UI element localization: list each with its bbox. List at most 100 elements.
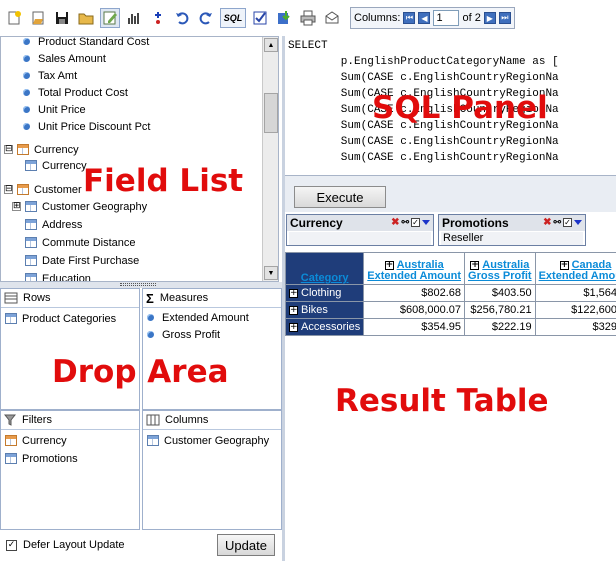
field-item[interactable]: Unit Price Discount Pct	[23, 118, 150, 135]
field-item[interactable]: Unit Price	[23, 101, 86, 118]
hierarchy-icon	[25, 160, 37, 171]
edit-layout-icon[interactable]	[100, 8, 120, 28]
table-cell: $122,600.52	[534, 301, 616, 319]
export-icon[interactable]	[274, 8, 294, 28]
dropdown-icon[interactable]	[422, 220, 430, 225]
expand-icon[interactable]: +	[559, 260, 569, 270]
promotions-filter-value[interactable]: Reseller	[441, 232, 583, 245]
next-page-icon[interactable]: ▶	[483, 12, 496, 24]
expand-icon[interactable]: +	[384, 260, 394, 270]
column-header[interactable]: + Australia Gross Profit	[464, 252, 536, 285]
field-item[interactable]: Total Product Cost	[23, 84, 128, 101]
expand-icon[interactable]: +	[289, 305, 298, 315]
dimension-customer[interactable]: ⊟ Customer	[4, 181, 82, 198]
checkmark-icon[interactable]	[250, 8, 270, 28]
filters-item[interactable]: Promotions	[5, 450, 78, 467]
row-label[interactable]: Bikes	[301, 304, 328, 316]
field-item[interactable]: Tax Amt	[23, 67, 77, 84]
binoculars-icon[interactable]: ⚯	[553, 217, 561, 228]
update-button[interactable]: Update	[217, 534, 275, 556]
row-label[interactable]: Accessories	[301, 321, 360, 333]
defer-layout-update[interactable]: ✓ Defer Layout Update	[6, 539, 125, 551]
measures-item[interactable]: Gross Profit	[147, 326, 220, 343]
rows-item[interactable]: Product Categories	[5, 310, 116, 327]
field-label: Customer Geography	[42, 200, 148, 213]
rows-icon	[4, 292, 18, 304]
column-header[interactable]: +CanadaExtended Amount	[534, 252, 616, 285]
page-number-input[interactable]	[433, 10, 460, 26]
email-icon[interactable]	[322, 8, 342, 28]
columns-zone[interactable]: Columns Customer Geography	[142, 410, 282, 530]
scroll-thumb[interactable]	[264, 93, 278, 133]
rows-zone[interactable]: Rows Product Categories	[0, 288, 140, 410]
hierarchy-item[interactable]: ⊞ Customer Geography	[12, 198, 147, 215]
columns-item[interactable]: Customer Geography	[147, 432, 269, 449]
splitter-grip[interactable]	[120, 283, 156, 286]
scroll-up-icon[interactable]: ▲	[264, 38, 278, 52]
field-list-scrollbar[interactable]: ▲ ▼	[262, 37, 278, 281]
execute-button[interactable]: Execute	[294, 186, 386, 208]
expand-icon[interactable]: +	[289, 288, 298, 298]
sql-panel[interactable]: SELECT p.EnglishProductCategoryName as […	[285, 36, 616, 176]
undo-icon[interactable]	[172, 8, 192, 28]
check-icon[interactable]: ✓	[411, 218, 420, 227]
hierarchy-item[interactable]: Date First Purchase	[25, 252, 139, 269]
row-header[interactable]: + Clothing	[284, 284, 365, 302]
open-report-icon[interactable]	[28, 8, 48, 28]
new-report-icon[interactable]	[4, 8, 24, 28]
hierarchy-item[interactable]: Commute Distance	[25, 234, 136, 251]
expand-icon[interactable]: +	[470, 260, 480, 270]
field-item[interactable]: Sales Amount	[23, 50, 106, 67]
scroll-down-icon[interactable]: ▼	[264, 266, 278, 280]
expand-icon[interactable]: ⊞	[12, 202, 21, 211]
currency-filter-value[interactable]	[289, 232, 431, 245]
columns-icon	[146, 414, 160, 426]
column-header-line2[interactable]: Extended Amount	[539, 270, 616, 282]
defer-checkbox[interactable]: ✓	[6, 539, 17, 551]
dropdown-icon[interactable]	[574, 220, 582, 225]
expand-icon[interactable]: +	[289, 322, 298, 332]
row-label[interactable]: Clothing	[301, 287, 341, 299]
last-page-icon[interactable]: ⏭	[498, 12, 511, 24]
previous-page-icon[interactable]: ◀	[418, 12, 431, 24]
hierarchy-item[interactable]: Currency	[25, 157, 87, 174]
filters-zone-body: Currency Promotions	[1, 429, 139, 529]
filters-zone[interactable]: Filters Currency Promotions	[0, 410, 140, 530]
remove-icon[interactable]: ✖	[543, 217, 551, 228]
row-header[interactable]: + Accessories	[284, 318, 365, 336]
drill-icon[interactable]	[148, 8, 168, 28]
sigma-icon: Σ	[146, 290, 154, 306]
hierarchy-item[interactable]: Address	[25, 216, 82, 233]
dimension-icon	[17, 144, 29, 155]
field-item[interactable]: Product Standard Cost	[23, 37, 149, 50]
save-icon[interactable]	[52, 8, 72, 28]
check-icon[interactable]: ✓	[563, 218, 572, 227]
collapse-icon[interactable]: ⊟	[4, 185, 13, 194]
column-header-line2[interactable]: Extended Amount	[367, 270, 461, 282]
category-header[interactable]: Category	[284, 252, 365, 285]
sql-line: p.EnglishProductCategoryName as [	[288, 56, 559, 68]
field-label: Sales Amount	[38, 52, 106, 65]
column-header[interactable]: + Australia Extended Amount	[363, 252, 466, 285]
filter-tools: ✖ ⚯ ✓	[391, 217, 430, 228]
currency-filter[interactable]: Currency ✖ ⚯ ✓	[286, 214, 434, 246]
print-icon[interactable]	[298, 8, 318, 28]
measures-item[interactable]: Extended Amount	[147, 309, 249, 326]
measures-title: Measures	[159, 292, 209, 304]
collapse-icon[interactable]: ⊟	[4, 145, 13, 154]
binoculars-icon[interactable]: ⚯	[401, 217, 409, 228]
open-folder-icon[interactable]	[76, 8, 96, 28]
redo-icon[interactable]	[196, 8, 216, 28]
hierarchy-item[interactable]: Education	[25, 270, 91, 281]
remove-icon[interactable]: ✖	[391, 217, 399, 228]
hierarchy-icon	[5, 453, 17, 464]
row-header[interactable]: + Bikes	[284, 301, 365, 319]
promotions-filter[interactable]: Promotions ✖ ⚯ ✓ Reseller	[438, 214, 586, 246]
filters-item[interactable]: Currency	[5, 432, 67, 449]
chart-icon[interactable]	[124, 8, 144, 28]
first-page-icon[interactable]: ⏮	[403, 12, 416, 24]
dimension-currency[interactable]: ⊟ Currency	[4, 141, 79, 158]
measures-zone[interactable]: Σ Measures Extended Amount Gross Profit	[142, 288, 282, 410]
column-header-line2[interactable]: Gross Profit	[468, 270, 532, 282]
sql-button[interactable]: SQL	[220, 8, 246, 28]
